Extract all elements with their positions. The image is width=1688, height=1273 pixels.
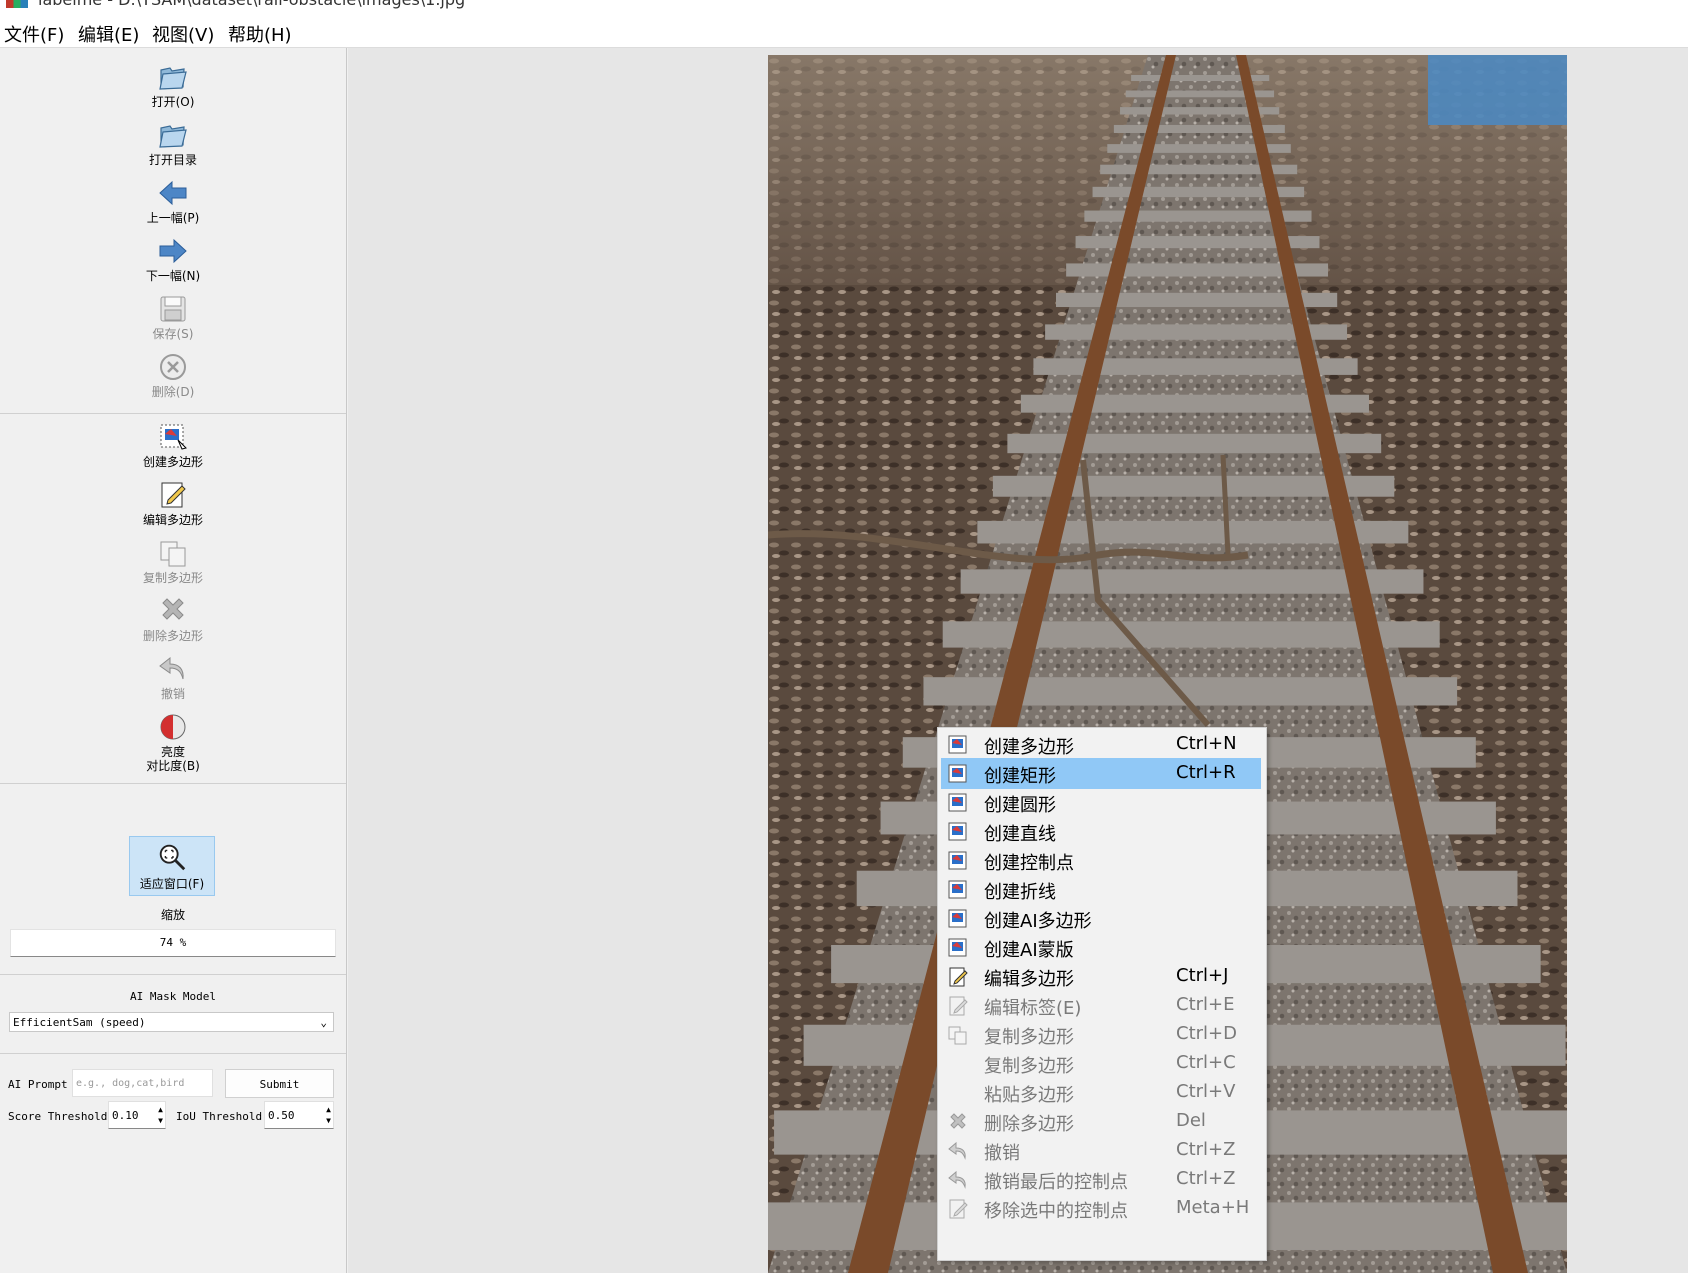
- menu-edit[interactable]: 编辑(E): [78, 21, 139, 47]
- ai-model-select[interactable]: EfficientSam (speed) ⌄: [9, 1012, 334, 1032]
- delete-x-icon: [162, 598, 184, 620]
- zoom-label: 缩放: [160, 908, 185, 922]
- submit-button[interactable]: Submit: [225, 1069, 334, 1098]
- menu-item-create-ai-polygon[interactable]: 创建AI多边形: [941, 903, 1261, 934]
- folder-open-icon: [159, 67, 187, 90]
- delete-circle-icon: [160, 354, 186, 380]
- menu-item-create-circle[interactable]: 创建圆形: [941, 787, 1261, 818]
- iou-threshold-value: 0.50: [268, 1109, 295, 1122]
- delete-x-icon: [950, 1113, 966, 1129]
- title-bar: labelme - D:\YSAM\dataset\rail-obstacle\…: [0, 0, 1688, 17]
- menu-item-create-polygon[interactable]: 创建多边形 Ctrl+N: [941, 729, 1261, 760]
- chevron-down-icon: ⌄: [320, 1016, 327, 1029]
- edit-icon: [949, 967, 968, 987]
- fit-window-button[interactable]: 适应窗口(F): [129, 836, 215, 896]
- edit-polygon-button[interactable]: 编辑多边形: [0, 478, 346, 527]
- undo-icon: [159, 656, 184, 680]
- delete-polygon-button[interactable]: 删除多边形: [0, 594, 346, 643]
- menu-item-undo-last-point[interactable]: 撤销最后的控制点 Ctrl+Z: [941, 1164, 1261, 1195]
- create-polygon-icon: [948, 735, 967, 754]
- menu-item-create-rectangle[interactable]: 创建矩形 Ctrl+R: [941, 758, 1261, 789]
- score-threshold-label: Score Threshold: [8, 1110, 108, 1123]
- menu-file[interactable]: 文件(F): [4, 21, 64, 47]
- left-toolbar: 打开(O) 打开目录 上一幅(P) 下一幅(N) 保存(S) 删除(D) 创建多…: [0, 48, 347, 1273]
- menu-item-remove-selected-point[interactable]: 移除选中的控制点 Meta+H: [941, 1193, 1261, 1224]
- create-polygon-button[interactable]: 创建多边形: [0, 420, 346, 469]
- open-dir-button[interactable]: 打开目录: [0, 118, 346, 167]
- save-button[interactable]: 保存(S): [0, 292, 346, 341]
- menu-item-create-ai-mask[interactable]: 创建AI蒙版: [941, 932, 1261, 963]
- toolbar-separator: [0, 974, 346, 975]
- edit-icon: [949, 1199, 968, 1219]
- undo-icon: [948, 1170, 966, 1189]
- iou-threshold-spinbox[interactable]: 0.50 ▲ ▼: [264, 1101, 334, 1129]
- menu-item-create-line[interactable]: 创建直线: [941, 816, 1261, 847]
- menu-item-edit-polygon[interactable]: 编辑多边形 Ctrl+J: [941, 961, 1261, 992]
- context-menu: 创建多边形 Ctrl+N 创建矩形 Ctrl+R 创建圆形 创建直线 创建控制点…: [937, 727, 1267, 1261]
- menu-view[interactable]: 视图(V): [152, 21, 214, 47]
- create-rectangle-icon: [948, 764, 967, 783]
- folder-open-icon: [159, 125, 187, 148]
- zoom-fit-icon: [159, 844, 186, 871]
- ai-model-value: EfficientSam (speed): [13, 1016, 146, 1029]
- menu-item-paste-polygon[interactable]: 粘贴多边形 Ctrl+V: [941, 1077, 1261, 1108]
- menu-help[interactable]: 帮助(H): [228, 21, 292, 47]
- window-title: labelme - D:\YSAM\dataset\rail-obstacle\…: [38, 0, 465, 9]
- arrow-right-icon: [159, 238, 187, 264]
- menu-item-duplicate-polygon[interactable]: 复制多边形 Ctrl+D: [941, 1019, 1261, 1050]
- create-circle-icon: [948, 793, 967, 812]
- menu-item-copy-polygon[interactable]: 复制多边形 Ctrl+C: [941, 1048, 1261, 1079]
- menu-bar: 文件(F) 编辑(E) 视图(V) 帮助(H): [0, 17, 1688, 48]
- undo-button[interactable]: 撤销: [0, 652, 346, 701]
- create-point-icon: [948, 851, 967, 870]
- toolbar-separator: [0, 783, 346, 784]
- create-ai-polygon-icon: [948, 909, 967, 928]
- copy-polygon-button[interactable]: 复制多边形: [0, 536, 346, 585]
- zoom-input[interactable]: 74 %: [10, 929, 336, 957]
- open-button[interactable]: 打开(O): [0, 60, 346, 109]
- create-linestrip-icon: [948, 880, 967, 899]
- create-polygon-icon: [160, 424, 187, 450]
- menu-item-create-linestrip[interactable]: 创建折线: [941, 874, 1261, 905]
- app-icon: [6, 0, 28, 8]
- toolbar-separator: [0, 413, 346, 414]
- toolbar-separator: [0, 1053, 346, 1054]
- spin-arrows-icon[interactable]: ▲ ▼: [158, 1104, 163, 1126]
- brightness-contrast-button[interactable]: 亮度 对比度(B): [0, 710, 346, 773]
- create-line-icon: [948, 822, 967, 841]
- undo-icon: [948, 1141, 966, 1160]
- create-ai-mask-icon: [948, 938, 967, 957]
- arrow-left-icon: [159, 180, 187, 206]
- spin-arrows-icon[interactable]: ▲ ▼: [326, 1104, 331, 1126]
- menu-item-undo[interactable]: 撤销 Ctrl+Z: [941, 1135, 1261, 1166]
- edit-label-icon: [949, 996, 968, 1016]
- iou-threshold-label: IoU Threshold: [176, 1110, 263, 1123]
- score-threshold-spinbox[interactable]: 0.10 ▲ ▼: [108, 1101, 166, 1129]
- save-icon: [160, 296, 186, 322]
- score-threshold-value: 0.10: [112, 1109, 139, 1122]
- ai-model-label: AI Mask Model: [129, 990, 217, 1003]
- edit-icon: [161, 482, 186, 508]
- menu-item-edit-label[interactable]: 编辑标签(E) Ctrl+E: [941, 990, 1261, 1021]
- brightness-contrast-icon: [160, 714, 186, 740]
- copy-icon: [160, 541, 186, 567]
- ai-prompt-label: AI Prompt: [8, 1078, 68, 1091]
- prev-image-button[interactable]: 上一幅(P): [0, 176, 346, 225]
- ai-prompt-input[interactable]: e.g., dog,cat,bird: [72, 1069, 213, 1097]
- menu-item-delete-polygon[interactable]: 删除多边形 Del: [941, 1106, 1261, 1137]
- copy-icon: [948, 1026, 967, 1045]
- menu-item-create-point[interactable]: 创建控制点: [941, 845, 1261, 876]
- delete-file-button[interactable]: 删除(D): [0, 350, 346, 399]
- next-image-button[interactable]: 下一幅(N): [0, 234, 346, 283]
